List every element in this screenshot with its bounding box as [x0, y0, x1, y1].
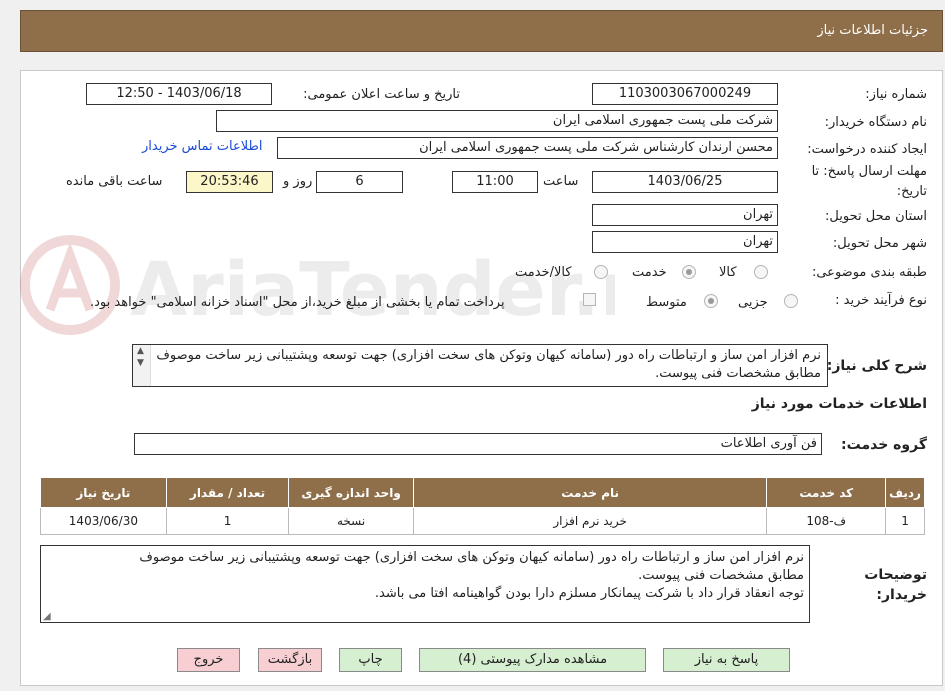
process-radio-medium[interactable]	[704, 294, 718, 308]
cell-row: 1	[885, 507, 925, 535]
col-unit: واحد اندازه گیری	[288, 477, 414, 508]
announce-label: تاریخ و ساعت اعلان عمومی:	[303, 87, 460, 102]
buyer-notes-label: توضیحات	[864, 567, 927, 583]
category-option-service: خدمت	[632, 265, 667, 280]
cell-service-code: ف-108	[766, 507, 887, 535]
buyer-notes-textarea[interactable]: نرم افزار امن ساز و ارتباطات راه دور (سا…	[40, 545, 810, 623]
col-row: ردیف	[885, 477, 925, 508]
table-header-row: ردیف کد خدمت نام خدمت واحد اندازه گیری ت…	[40, 477, 925, 508]
scroll-down-icon[interactable]: ▼	[137, 358, 144, 368]
deadline-date-field: 1403/06/25	[592, 171, 778, 193]
category-radio-goods-service[interactable]	[594, 265, 608, 279]
need-number-field: 1103003067000249	[592, 83, 778, 105]
category-option-goods-service: کالا/خدمت	[515, 265, 572, 280]
cell-unit: نسخه	[288, 507, 414, 535]
exit-button[interactable]: خروج	[177, 648, 240, 672]
days-remaining-field: 6	[316, 171, 403, 193]
description-scrollbar[interactable]: ▲ ▼	[133, 345, 151, 386]
process-option-medium: متوسط	[646, 295, 687, 310]
province-field: تهران	[592, 204, 778, 226]
back-button[interactable]: بازگشت	[258, 648, 322, 672]
city-label: شهر محل تحویل:	[832, 236, 927, 251]
buyer-contact-link[interactable]: اطلاعات تماس خریدار	[142, 139, 262, 154]
category-option-goods: کالا	[719, 265, 737, 280]
buyer-notes-line-3: توجه انعقاد قرار داد با شرکت پیمانکار مس…	[374, 586, 804, 601]
remaining-label: ساعت باقی مانده	[66, 174, 163, 189]
buyer-notes-label-2: خریدار:	[876, 587, 927, 603]
page-title: جزئیات اطلاعات نیاز	[817, 23, 928, 38]
process-label: نوع فرآیند خرید :	[835, 293, 927, 308]
reply-button[interactable]: پاسخ به نیاز	[663, 648, 790, 672]
deadline-time-field: 11:00	[452, 171, 538, 193]
days-label: روز و	[283, 174, 313, 189]
deadline-time-label: ساعت	[543, 174, 579, 189]
cell-quantity: 1	[165, 507, 290, 535]
remaining-time-field: 20:53:46	[186, 171, 273, 193]
description-text: نرم افزار امن ساز و ارتباطات راه دور (سا…	[156, 348, 821, 381]
description-textarea[interactable]: نرم افزار امن ساز و ارتباطات راه دور (سا…	[132, 344, 828, 387]
category-label: طبقه بندی موضوعی:	[811, 265, 927, 280]
payment-note: پرداخت تمام یا بخشی از مبلغ خرید،از محل …	[90, 295, 505, 310]
process-radio-partial[interactable]	[784, 294, 798, 308]
resize-handle-icon[interactable]: ◢	[43, 611, 51, 622]
description-label: شرح کلی نیاز:	[826, 358, 927, 374]
requester-field: محسن ارندان کارشناس شرکت ملی پست جمهوری …	[277, 137, 778, 159]
col-service-code: کد خدمت	[766, 477, 887, 508]
category-radio-goods[interactable]	[754, 265, 768, 279]
treasury-payment-checkbox[interactable]	[583, 293, 596, 306]
scroll-up-icon[interactable]: ▲	[137, 346, 144, 356]
services-table: ردیف کد خدمت نام خدمت واحد اندازه گیری ت…	[40, 477, 925, 535]
service-group-label: گروه خدمت:	[841, 437, 927, 453]
province-label: استان محل تحویل:	[825, 209, 927, 224]
buyer-org-label: نام دستگاه خریدار:	[824, 115, 927, 130]
announce-field: 1403/06/18 - 12:50	[86, 83, 272, 105]
print-button[interactable]: چاپ	[339, 648, 402, 672]
cell-service-name: خرید نرم افزار	[412, 507, 768, 535]
table-row: 1 ف-108 خرید نرم افزار نسخه 1 1403/06/30	[40, 507, 925, 535]
need-number-label: شماره نیاز:	[865, 87, 927, 102]
attachments-button[interactable]: مشاهده مدارک پیوستی (4)	[419, 648, 646, 672]
deadline-label: مهلت ارسال پاسخ: تا	[811, 164, 927, 179]
buyer-notes-line-2: مطابق مشخصات فنی پیوست.	[638, 568, 804, 583]
city-field: تهران	[592, 231, 778, 253]
cell-need-date: 1403/06/30	[40, 507, 167, 535]
requester-label: ایجاد کننده درخواست:	[807, 142, 927, 157]
category-radio-service[interactable]	[682, 265, 696, 279]
deadline-label-date: تاریخ:	[896, 184, 927, 199]
page-header: جزئیات اطلاعات نیاز	[20, 10, 943, 52]
buyer-notes-line-1: نرم افزار امن ساز و ارتباطات راه دور (سا…	[139, 550, 804, 565]
col-quantity: تعداد / مقدار	[165, 477, 290, 508]
col-need-date: تاریخ نیاز	[40, 477, 167, 508]
services-table-wrap: ردیف کد خدمت نام خدمت واحد اندازه گیری ت…	[40, 477, 925, 535]
process-option-partial: جزیی	[738, 295, 768, 310]
buyer-org-field: شرکت ملی پست جمهوری اسلامی ایران	[216, 110, 778, 132]
services-section-title: اطلاعات خدمات مورد نیاز	[751, 396, 927, 412]
col-service-name: نام خدمت	[412, 477, 768, 508]
service-group-field: فن آوری اطلاعات	[134, 433, 822, 455]
